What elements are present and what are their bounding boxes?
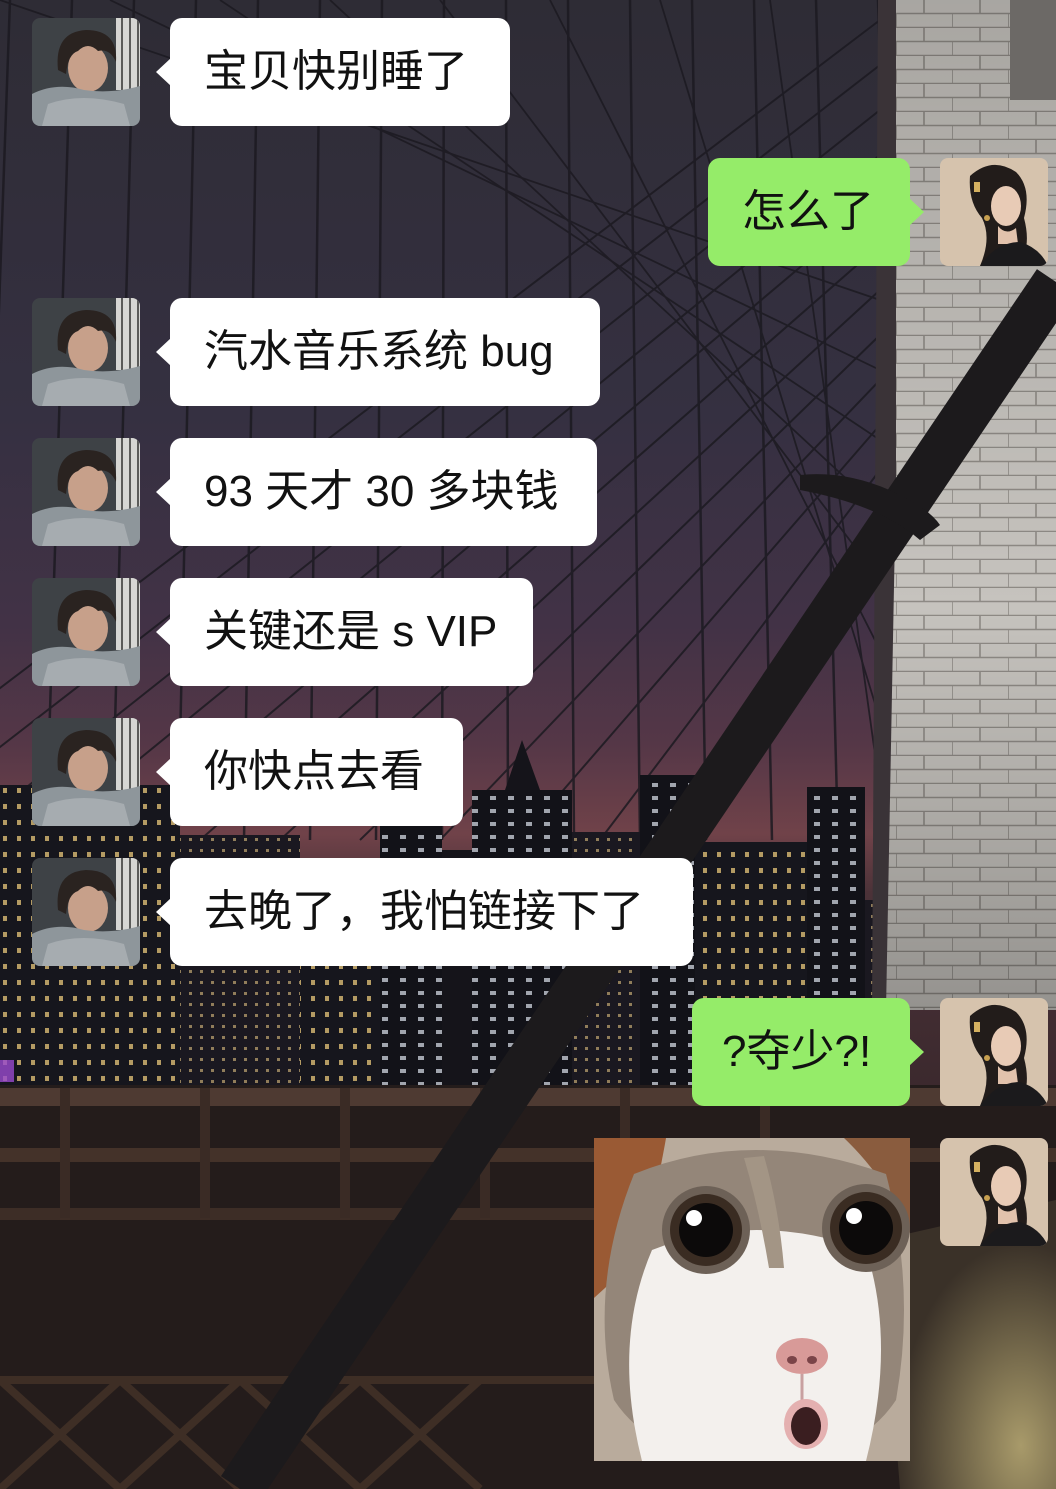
message-bubble[interactable]: ?夺少?! — [692, 998, 924, 1106]
message-bubble[interactable]: 93 天才 30 多块钱 — [156, 438, 597, 546]
message-row: 关键还是 s VIP — [0, 578, 1056, 686]
message-text: ?夺少?! — [722, 1027, 872, 1076]
surprised-cat-sticker[interactable] — [594, 1138, 910, 1461]
message-text: 汽水音乐系统 bug — [204, 327, 554, 376]
young-man-avatar-icon[interactable] — [32, 858, 140, 966]
young-woman-avatar-icon[interactable] — [940, 158, 1048, 266]
young-woman-avatar-icon[interactable] — [940, 998, 1048, 1106]
message-list: 宝贝快别睡了 怎么了 汽水音乐系统 bug 93 天才 30 多块钱 关键还是 … — [0, 18, 1056, 1461]
message-row: 汽水音乐系统 bug — [0, 298, 1056, 406]
young-man-avatar-icon[interactable] — [32, 18, 140, 126]
message-bubble[interactable]: 你快点去看 — [156, 718, 463, 826]
message-text: 93 天才 30 多块钱 — [204, 467, 559, 516]
message-bubble[interactable]: 宝贝快别睡了 — [156, 18, 510, 126]
message-row: 93 天才 30 多块钱 — [0, 438, 1056, 546]
young-man-avatar-icon[interactable] — [32, 718, 140, 826]
message-row: 怎么了 — [0, 158, 1056, 266]
message-text: 关键还是 s VIP — [204, 607, 498, 656]
message-row: 去晚了，我怕链接下了 — [0, 858, 1056, 966]
chat-screen: 宝贝快别睡了 怎么了 汽水音乐系统 bug 93 天才 30 多块钱 关键还是 … — [0, 0, 1056, 1489]
message-text: 你快点去看 — [204, 747, 424, 796]
message-row: 宝贝快别睡了 — [0, 18, 1056, 126]
message-row — [0, 1138, 1056, 1461]
message-bubble[interactable]: 关键还是 s VIP — [156, 578, 533, 686]
young-man-avatar-icon[interactable] — [32, 438, 140, 546]
message-bubble[interactable]: 去晚了，我怕链接下了 — [156, 858, 693, 966]
young-man-avatar-icon[interactable] — [32, 298, 140, 406]
message-row: ?夺少?! — [0, 998, 1056, 1106]
message-text: 去晚了，我怕链接下了 — [204, 887, 644, 936]
message-bubble[interactable]: 汽水音乐系统 bug — [156, 298, 600, 406]
young-man-avatar-icon[interactable] — [32, 578, 140, 686]
message-text: 怎么了 — [742, 187, 874, 236]
young-woman-avatar-icon[interactable] — [940, 1138, 1048, 1246]
message-row: 你快点去看 — [0, 718, 1056, 826]
message-bubble[interactable]: 怎么了 — [708, 158, 924, 266]
message-text: 宝贝快别睡了 — [204, 47, 468, 96]
